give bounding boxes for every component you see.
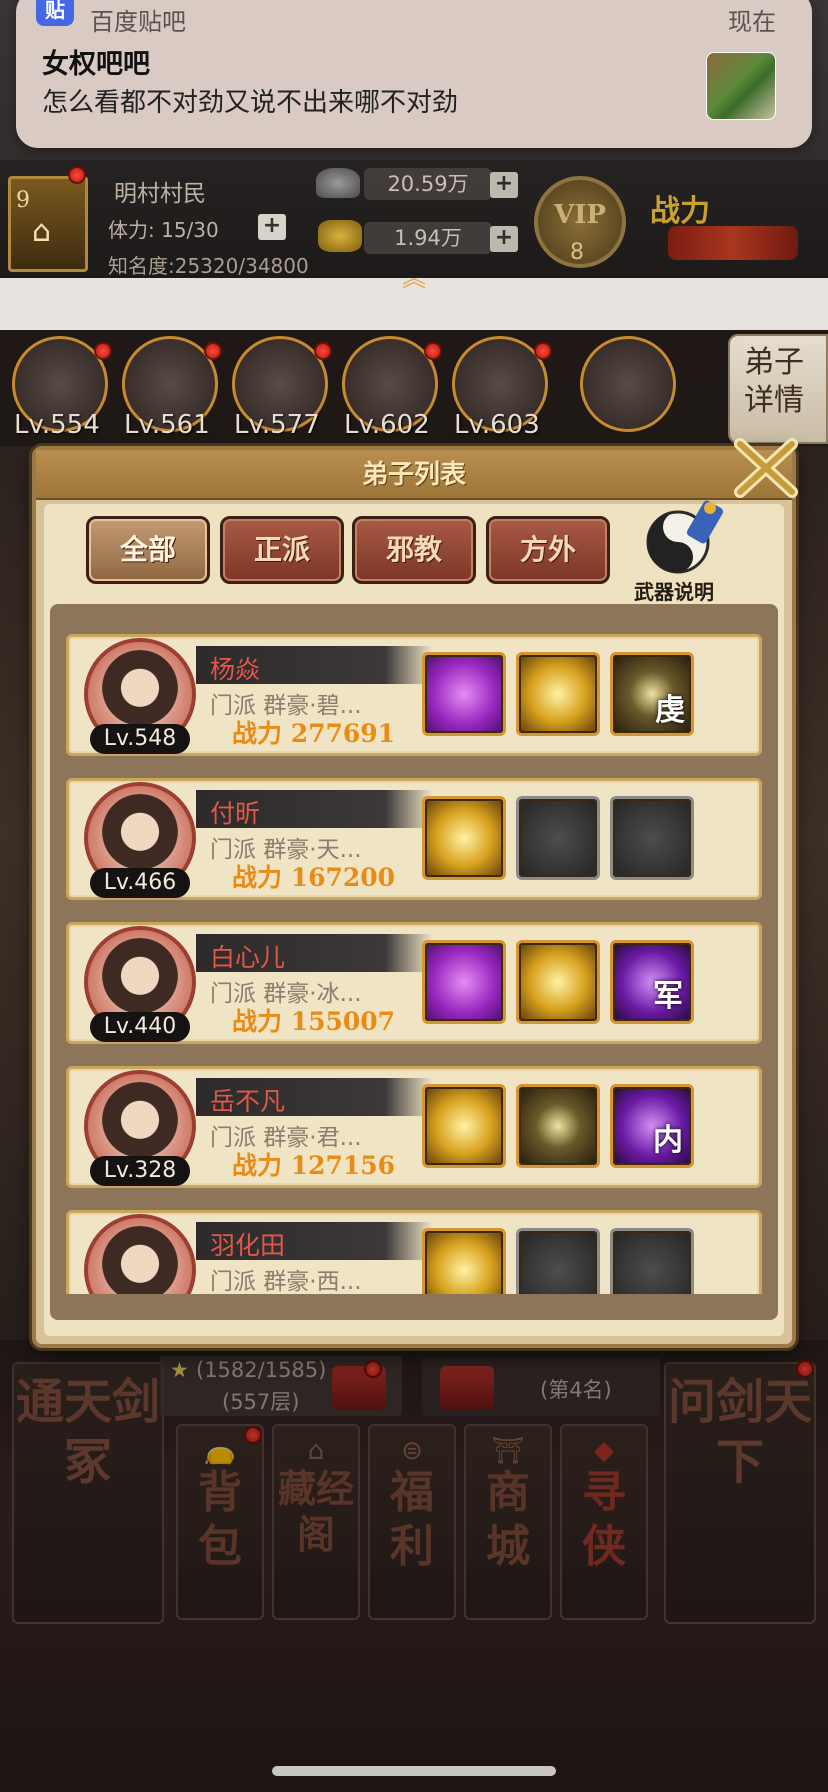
skill-icon[interactable] [422, 940, 506, 1024]
notification-title: 女权吧吧 [42, 49, 150, 80]
disciple-name: 白心儿 [210, 943, 286, 972]
skill-glyph: 内 [653, 1123, 683, 1158]
disciple-school: 门派 群豪·西... [210, 1269, 362, 1294]
notification-dot [534, 342, 552, 360]
silver-icon [316, 168, 360, 198]
add-stamina-button[interactable]: + [258, 214, 286, 240]
disciple-power: 战力 155007 [232, 1007, 396, 1036]
disciple-level: Lv.440 [90, 1012, 190, 1042]
disciple-level: Lv.328 [90, 1156, 190, 1186]
skill-icon[interactable] [422, 1084, 506, 1168]
notification-body: 怎么看都不对劲又说不出来哪不对劲 [42, 88, 459, 118]
notification-dot [424, 342, 442, 360]
fame-text: 知名度:25320/34800 [108, 254, 309, 278]
flame-icon [668, 226, 798, 260]
skill-icon[interactable]: 内 [610, 1084, 694, 1168]
push-notification[interactable]: 贴 百度贴吧 现在 女权吧吧 怎么看都不对劲又说不出来哪不对劲 [16, 0, 812, 148]
disciple-face [98, 1082, 182, 1166]
close-icon[interactable] [730, 436, 802, 502]
skill-icon[interactable] [422, 1228, 506, 1294]
disciple-power: 战力 277691 [232, 719, 396, 748]
skill-glyph: 虔 [655, 693, 685, 728]
tab-outsider[interactable]: 方外 [486, 516, 610, 584]
food-photo-thumbnail [706, 52, 776, 120]
hero-portrait[interactable] [580, 336, 676, 432]
home-indicator[interactable] [272, 1766, 556, 1776]
notification-dot [204, 342, 222, 360]
tieba-app-icon: 贴 [36, 0, 74, 26]
hero-level: Lv.602 [344, 410, 430, 440]
skill-icon[interactable] [516, 940, 600, 1024]
vip-level: 8 [570, 240, 584, 265]
hero-level: Lv.577 [234, 410, 320, 440]
modal-overlay-bottom [0, 1340, 828, 1792]
skill-icon[interactable] [422, 652, 506, 736]
disciple-level: Lv.548 [90, 724, 190, 754]
disciple-name: 岳不凡 [210, 1087, 286, 1116]
disciple-detail-tab[interactable]: 弟子 详情 [728, 334, 828, 444]
disciple-level: Lv.466 [90, 868, 190, 898]
skill-icon[interactable]: 虔 [610, 652, 694, 736]
empty-skill-slot[interactable] [516, 796, 600, 880]
panel-title: 弟子列表 [36, 450, 792, 500]
skill-glyph: 军 [653, 979, 683, 1014]
weapon-help-label[interactable]: 武器说明 [634, 576, 714, 605]
stamina-text: 体力: 15/30 [108, 218, 219, 242]
disciple-face [98, 794, 182, 878]
empty-skill-slot[interactable] [610, 1228, 694, 1294]
notification-app-name: 百度贴吧 [90, 8, 186, 36]
skill-icon[interactable]: 军 [610, 940, 694, 1024]
player-level: 9 [16, 188, 30, 213]
skill-icon[interactable] [516, 1084, 600, 1168]
notification-dot [94, 342, 112, 360]
add-silver-button[interactable]: + [490, 172, 518, 198]
disciple-name: 羽化田 [210, 1231, 286, 1260]
empty-skill-slot[interactable] [610, 796, 694, 880]
notification-time: 现在 [728, 8, 776, 36]
tab-righteous[interactable]: 正派 [220, 516, 344, 584]
tab-evil[interactable]: 邪教 [352, 516, 476, 584]
empty-skill-slot[interactable] [516, 1228, 600, 1294]
disciple-face [98, 650, 182, 734]
clipped-card-container: 羽化田 门派 群豪·西... [50, 1210, 778, 1294]
disciple-name: 杨焱 [210, 655, 261, 684]
skill-icon[interactable] [422, 796, 506, 880]
tab-all[interactable]: 全部 [86, 516, 210, 584]
disciple-face [98, 938, 182, 1022]
gold-amount: 1.94万 [364, 222, 492, 254]
hero-level: Lv.603 [454, 410, 540, 440]
silver-amount: 20.59万 [364, 168, 492, 200]
gold-icon [318, 220, 362, 252]
player-name: 明村村民 [114, 181, 206, 207]
notification-dot [314, 342, 332, 360]
skill-icon[interactable] [516, 652, 600, 736]
notification-dot [68, 166, 86, 184]
disciple-power: 战力 167200 [232, 863, 396, 892]
hero-level: Lv.554 [14, 410, 100, 440]
power-label: 战力 [650, 194, 710, 229]
chevron-up-icon[interactable]: ︽ [402, 258, 426, 293]
disciple-name: 付昕 [210, 799, 261, 828]
hero-level: Lv.561 [124, 410, 210, 440]
yin-yang-weapon-icon[interactable] [636, 496, 728, 578]
house-icon: ⌂ [32, 214, 52, 249]
add-gold-button[interactable]: + [490, 226, 518, 252]
disciple-power: 战力 127156 [232, 1151, 396, 1180]
